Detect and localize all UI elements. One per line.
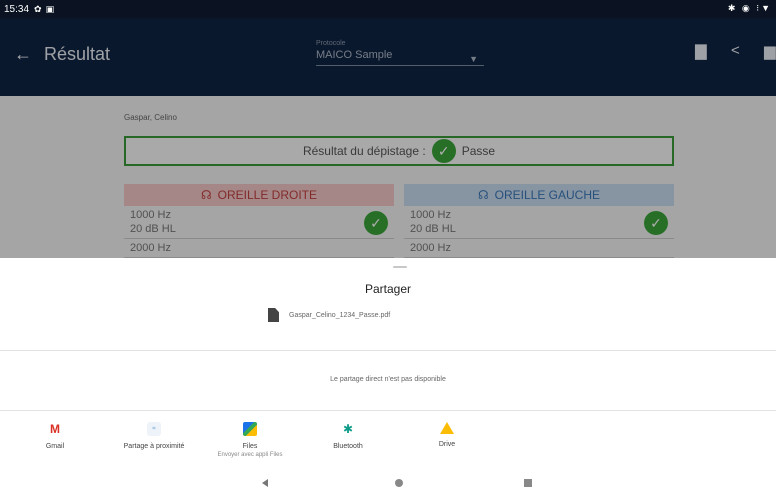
share-app-list: M Gmail ≈ Partage à proximité Files Envo… (0, 422, 776, 468)
share-title: Partager (364, 282, 412, 296)
file-name: Gaspar_Celino_1234_Passe.pdf (289, 311, 391, 319)
gmail-icon: M (48, 422, 62, 436)
files-icon (243, 422, 257, 436)
recents-icon[interactable] (524, 479, 532, 487)
dim-overlay[interactable] (0, 18, 776, 258)
file-icon (268, 308, 279, 322)
back-icon[interactable] (262, 479, 268, 487)
share-app-drive[interactable]: Drive (397, 422, 497, 448)
drive-icon (440, 422, 454, 434)
divider (0, 410, 776, 411)
bluetooth-icon: ✱ (342, 422, 354, 436)
home-icon[interactable] (395, 479, 403, 487)
share-app-bluetooth[interactable]: ✱ Bluetooth (298, 422, 398, 450)
app-subtitle: Envoyer avec appli Files (217, 452, 283, 458)
status-right-icons: ✱ ◉ ⁝▼ (727, 3, 772, 13)
direct-share-message: Le partage direct n'est pas disponible (330, 376, 446, 383)
app-name: Files (242, 443, 258, 450)
status-bar: 15:34 ✿ ▣ ✱ ◉ ⁝▼ (0, 0, 776, 18)
screenshot-icon: ▣ (45, 3, 55, 14)
settings-icon: ✿ (34, 3, 42, 14)
app-name: Drive (438, 441, 456, 448)
app-name: Partage à proximité (123, 443, 185, 450)
status-time: 15:34 (4, 3, 30, 15)
share-app-files[interactable]: Files Envoyer avec appli Files (200, 422, 300, 458)
drag-handle[interactable] (393, 266, 407, 268)
share-sheet: Partager Gaspar_Celino_1234_Passe.pdf Le… (0, 258, 776, 495)
app-name: Gmail (45, 443, 65, 450)
navigation-bar (0, 472, 776, 495)
divider (0, 350, 776, 351)
shared-file: Gaspar_Celino_1234_Passe.pdf (268, 308, 390, 322)
nearby-share-icon: ≈ (147, 422, 161, 436)
app-name: Bluetooth (333, 443, 363, 450)
share-app-nearby[interactable]: ≈ Partage à proximité (104, 422, 204, 450)
share-app-gmail[interactable]: M Gmail (5, 422, 105, 450)
